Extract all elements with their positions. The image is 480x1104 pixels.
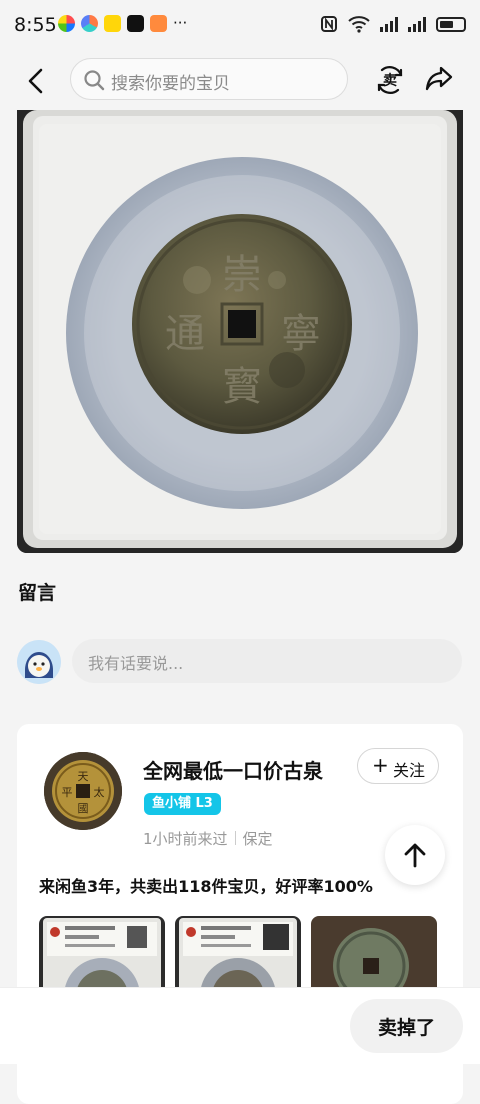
- comment-input[interactable]: 我有话要说...: [72, 639, 462, 683]
- svg-text:卖: 卖: [383, 72, 397, 89]
- svg-text:寧: 寧: [281, 311, 321, 357]
- top-nav: 搜索你要的宝贝 卖: [0, 50, 480, 110]
- coin-avatar-icon: 天 國 平 太: [44, 752, 122, 830]
- fish-mascot-icon: [17, 640, 61, 684]
- signal-icon-2: [408, 16, 426, 32]
- seller-avatar[interactable]: 天 國 平 太: [44, 752, 122, 830]
- back-icon: [28, 68, 43, 94]
- sell-icon: 卖: [377, 66, 403, 94]
- user-avatar: [17, 640, 61, 684]
- notification-icons: ···: [58, 15, 187, 32]
- more-notifications-icon: ···: [173, 14, 188, 32]
- svg-text:寳: 寳: [222, 364, 262, 410]
- svg-text:太: 太: [94, 786, 105, 799]
- wifi-icon: [348, 16, 370, 33]
- svg-text:平: 平: [62, 786, 73, 799]
- svg-text:天: 天: [78, 770, 89, 783]
- signal-icon-1: [380, 16, 398, 32]
- plus-icon: +: [372, 753, 389, 777]
- svg-text:通: 通: [165, 311, 205, 357]
- svg-text:國: 國: [78, 802, 89, 815]
- comment-placeholder: 我有话要说...: [88, 654, 184, 673]
- last-seen: 1小时前来过: [143, 830, 228, 848]
- scroll-to-top-button[interactable]: [385, 825, 445, 885]
- share-button[interactable]: [424, 64, 454, 98]
- status-bar: 8:55 ···: [0, 0, 480, 50]
- coin-photo: 崇 寳 通 寧: [17, 110, 463, 553]
- follow-label: 关注: [393, 761, 426, 780]
- app-icon-3: [104, 15, 121, 32]
- seller-meta: 1小时前来过 保定: [143, 828, 273, 849]
- comments-title: 留言: [18, 582, 57, 604]
- app-icon-2: [81, 15, 98, 32]
- nfc-icon: [321, 16, 337, 32]
- arrow-up-icon: [404, 843, 426, 868]
- sell-button[interactable]: 卖: [374, 64, 406, 100]
- share-icon: [425, 66, 453, 91]
- system-icons: [320, 15, 466, 33]
- shop-level-badge[interactable]: 鱼小铺 L3: [144, 793, 221, 815]
- svg-text:崇: 崇: [222, 252, 262, 298]
- seller-location: 保定: [242, 830, 273, 848]
- search-placeholder: 搜索你要的宝贝: [111, 74, 230, 94]
- meta-divider: [234, 831, 236, 845]
- bottom-action-bar: 卖掉了: [0, 987, 480, 1064]
- app-icon-4: [127, 15, 144, 32]
- app-icon-5: [150, 15, 167, 32]
- status-time: 8:55: [14, 14, 57, 36]
- search-bar[interactable]: 搜索你要的宝贝: [70, 58, 348, 100]
- app-icon-1: [58, 15, 75, 32]
- mark-sold-button[interactable]: 卖掉了: [350, 999, 463, 1053]
- follow-button[interactable]: + 关注: [357, 748, 439, 784]
- mark-sold-label: 卖掉了: [377, 1017, 435, 1039]
- battery-icon: [436, 16, 466, 32]
- seller-stats: 来闲鱼3年，共卖出118件宝贝，好评率100%: [39, 877, 373, 896]
- search-icon: [84, 70, 105, 91]
- product-image[interactable]: 崇 寳 通 寧: [17, 110, 463, 553]
- seller-name: 全网最低一口价古泉: [143, 759, 323, 783]
- back-button[interactable]: [24, 66, 50, 96]
